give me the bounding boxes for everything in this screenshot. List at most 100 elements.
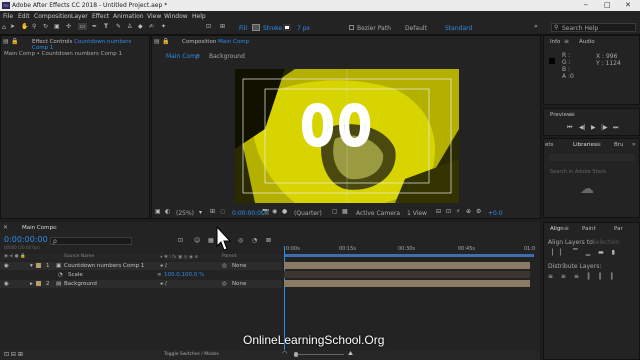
menu-window[interactable]: Window xyxy=(164,13,188,20)
stopwatch-icon[interactable]: ◔ xyxy=(58,272,63,278)
layer-name[interactable]: Countdown numbers Comp 1 xyxy=(64,263,144,269)
parent-pickwhip-icon[interactable]: ◎ xyxy=(222,281,227,287)
stamp-tool-icon[interactable]: ♙ xyxy=(127,23,132,30)
pen-tool-icon[interactable]: ✒ xyxy=(92,23,97,30)
type-tool-icon[interactable]: T xyxy=(104,23,108,30)
tab-brushes[interactable]: Bru xyxy=(614,142,624,148)
first-frame-icon[interactable]: ⏮ xyxy=(567,124,572,132)
menu-effect[interactable]: Effect xyxy=(92,13,109,20)
viewer-timecode[interactable]: 0:00:00:00 xyxy=(232,210,265,217)
zoom-out-icon[interactable]: ◠ xyxy=(282,350,287,357)
tab-effects[interactable]: ets xyxy=(545,142,553,148)
tab-composition[interactable]: Composition Main Comp xyxy=(182,39,249,45)
panel-close-icon[interactable]: ✕ xyxy=(3,224,8,231)
shy-icon[interactable]: ☺ xyxy=(194,237,200,244)
scale-value[interactable]: 100.0,100.0 % xyxy=(164,272,204,278)
sub-tab-main-comp[interactable]: Main Comp xyxy=(166,53,200,60)
workspace-standard[interactable]: Standard xyxy=(445,25,472,32)
exposure-value[interactable]: +0.0 xyxy=(488,210,503,217)
layer-row-2[interactable]: ◉ ▸ 2 ▤ Background ⚹ / ◎ None xyxy=(0,280,282,288)
tab-align[interactable]: Align xyxy=(550,226,564,232)
tab-effect-controls[interactable]: Effect Controls Countdown numbers Comp 1 xyxy=(32,39,149,51)
zoom-slider[interactable] xyxy=(294,354,344,355)
frame-blend-icon[interactable]: ▦ xyxy=(208,237,214,244)
panel-menu-icon[interactable]: ▤ xyxy=(3,38,9,45)
composition-viewer[interactable]: 00 xyxy=(235,69,459,203)
work-area-bar[interactable] xyxy=(284,254,534,257)
stroke-swatch[interactable] xyxy=(283,24,291,31)
zoom-slider-thumb[interactable] xyxy=(294,352,298,357)
comp-switches-icons[interactable]: ⊡ ⊟ ⊞ xyxy=(4,351,23,358)
layer-1-duration-bar[interactable] xyxy=(284,262,530,269)
fast-preview-icon[interactable]: ⚡ xyxy=(456,208,460,215)
snapshot-icon[interactable]: 📷 xyxy=(262,208,269,215)
resolution-dropdown[interactable]: (Quarter) xyxy=(294,210,322,217)
label-color-swatch[interactable] xyxy=(36,281,41,286)
layer-switches[interactable]: ⚹ / xyxy=(160,263,167,270)
roi-icon[interactable]: ▢ xyxy=(332,208,338,215)
pixel-aspect-icon[interactable]: ⊡ xyxy=(446,208,451,215)
home-icon[interactable]: ⌂ xyxy=(2,24,6,31)
sub-tab-background[interactable]: Background xyxy=(209,53,245,60)
roto-tool-icon[interactable]: ✍ xyxy=(149,23,154,30)
constrain-icon[interactable]: ∞ xyxy=(157,272,162,278)
puppet-tool-icon[interactable]: ✦ xyxy=(161,23,166,30)
tab-paint[interactable]: Paint xyxy=(582,226,596,232)
mask-icon[interactable]: ◌ xyxy=(220,208,225,215)
selection-tool-icon[interactable]: ➤ xyxy=(10,23,15,30)
zoom-tool-icon[interactable]: ⚲ xyxy=(32,23,36,30)
library-dropdown[interactable] xyxy=(549,154,635,161)
graph-editor-icon[interactable]: ◔ xyxy=(252,237,257,244)
layer-name[interactable]: Background xyxy=(64,281,97,287)
view-layout-dropdown[interactable]: 1 View xyxy=(407,210,427,217)
menu-animation[interactable]: Animation xyxy=(113,13,144,20)
rectangle-tool-icon[interactable]: ▭ xyxy=(78,23,87,30)
workspace-default[interactable]: Default xyxy=(405,25,427,32)
menu-help[interactable]: Help xyxy=(192,13,206,20)
zoom-dropdown[interactable]: (25%) xyxy=(176,210,194,217)
brush-tool-icon[interactable]: ✎ xyxy=(116,23,121,30)
stroke-width-value[interactable]: 7 px xyxy=(297,25,310,32)
always-preview-icon[interactable]: ▣ xyxy=(155,208,161,215)
comp-mini-flowchart-icon[interactable]: ⊡ xyxy=(178,237,183,244)
panel-menu-icon[interactable]: ▤ xyxy=(154,38,160,45)
menu-composition[interactable]: Composition xyxy=(34,13,71,20)
expand-arrow-icon[interactable]: ▸ xyxy=(30,281,33,287)
tab-preview[interactable]: Preview xyxy=(550,112,571,118)
layer-row-1[interactable]: ◉ ▾ 1 ▣ Countdown numbers Comp 1 ⚹ / ◎ N… xyxy=(0,262,282,270)
maximize-button[interactable]: □ xyxy=(604,1,611,9)
workspace-more-icon[interactable]: » xyxy=(534,23,538,30)
rotate-tool-icon[interactable]: ↻ xyxy=(43,23,48,30)
timeline-menu-icon[interactable]: ≡ xyxy=(52,224,57,231)
toggle-switches-modes[interactable]: Toggle Switches / Modes xyxy=(164,352,219,357)
visibility-icon[interactable]: ◉ xyxy=(4,281,9,287)
eraser-tool-icon[interactable]: ◆ xyxy=(138,23,143,30)
parent-pickwhip-icon[interactable]: ◎ xyxy=(222,263,227,269)
close-button[interactable]: ✕ xyxy=(625,1,631,9)
layer-search-field[interactable]: ρ xyxy=(50,237,132,245)
timeline-link-icon[interactable]: ⊕ xyxy=(466,208,471,215)
zoom-chevron-icon[interactable]: ▾ xyxy=(199,209,202,216)
lock-icon[interactable]: 🔒 xyxy=(162,38,169,45)
camera-tool-icon[interactable]: ▣ xyxy=(54,23,60,30)
snapping-icon[interactable]: ⊡ xyxy=(206,23,211,30)
channel-icon[interactable]: ● xyxy=(282,208,287,215)
align-menu-icon[interactable]: ≡ xyxy=(564,225,569,232)
preview-menu-icon[interactable]: ≡ xyxy=(570,111,575,118)
help-search-field[interactable]: ⚲ Search Help xyxy=(551,23,636,32)
menu-file[interactable]: File xyxy=(3,13,13,20)
play-icon[interactable]: ▶ xyxy=(591,124,596,131)
stock-search-placeholder[interactable]: Search in Adobe Stock xyxy=(550,169,606,175)
fill-swatch[interactable] xyxy=(252,24,260,31)
next-frame-icon[interactable]: |▶ xyxy=(601,124,608,131)
layer-switches[interactable]: ⚹ / xyxy=(160,281,167,288)
tab-paragraph[interactable]: Par xyxy=(614,226,623,232)
menu-view[interactable]: View xyxy=(147,13,161,20)
grid-icon[interactable]: ⊞ xyxy=(210,208,215,215)
time-ruler[interactable]: 0:00s 00:15s 00:30s 00:45s 01:0 xyxy=(284,238,536,258)
visibility-icon[interactable]: ◉ xyxy=(4,263,9,269)
expand-arrow-icon[interactable]: ▾ xyxy=(30,263,33,269)
libraries-menu-icon[interactable]: ≡ xyxy=(596,141,601,148)
prev-frame-icon[interactable]: ◀| xyxy=(579,124,586,131)
parent-dropdown[interactable]: None xyxy=(232,263,246,269)
